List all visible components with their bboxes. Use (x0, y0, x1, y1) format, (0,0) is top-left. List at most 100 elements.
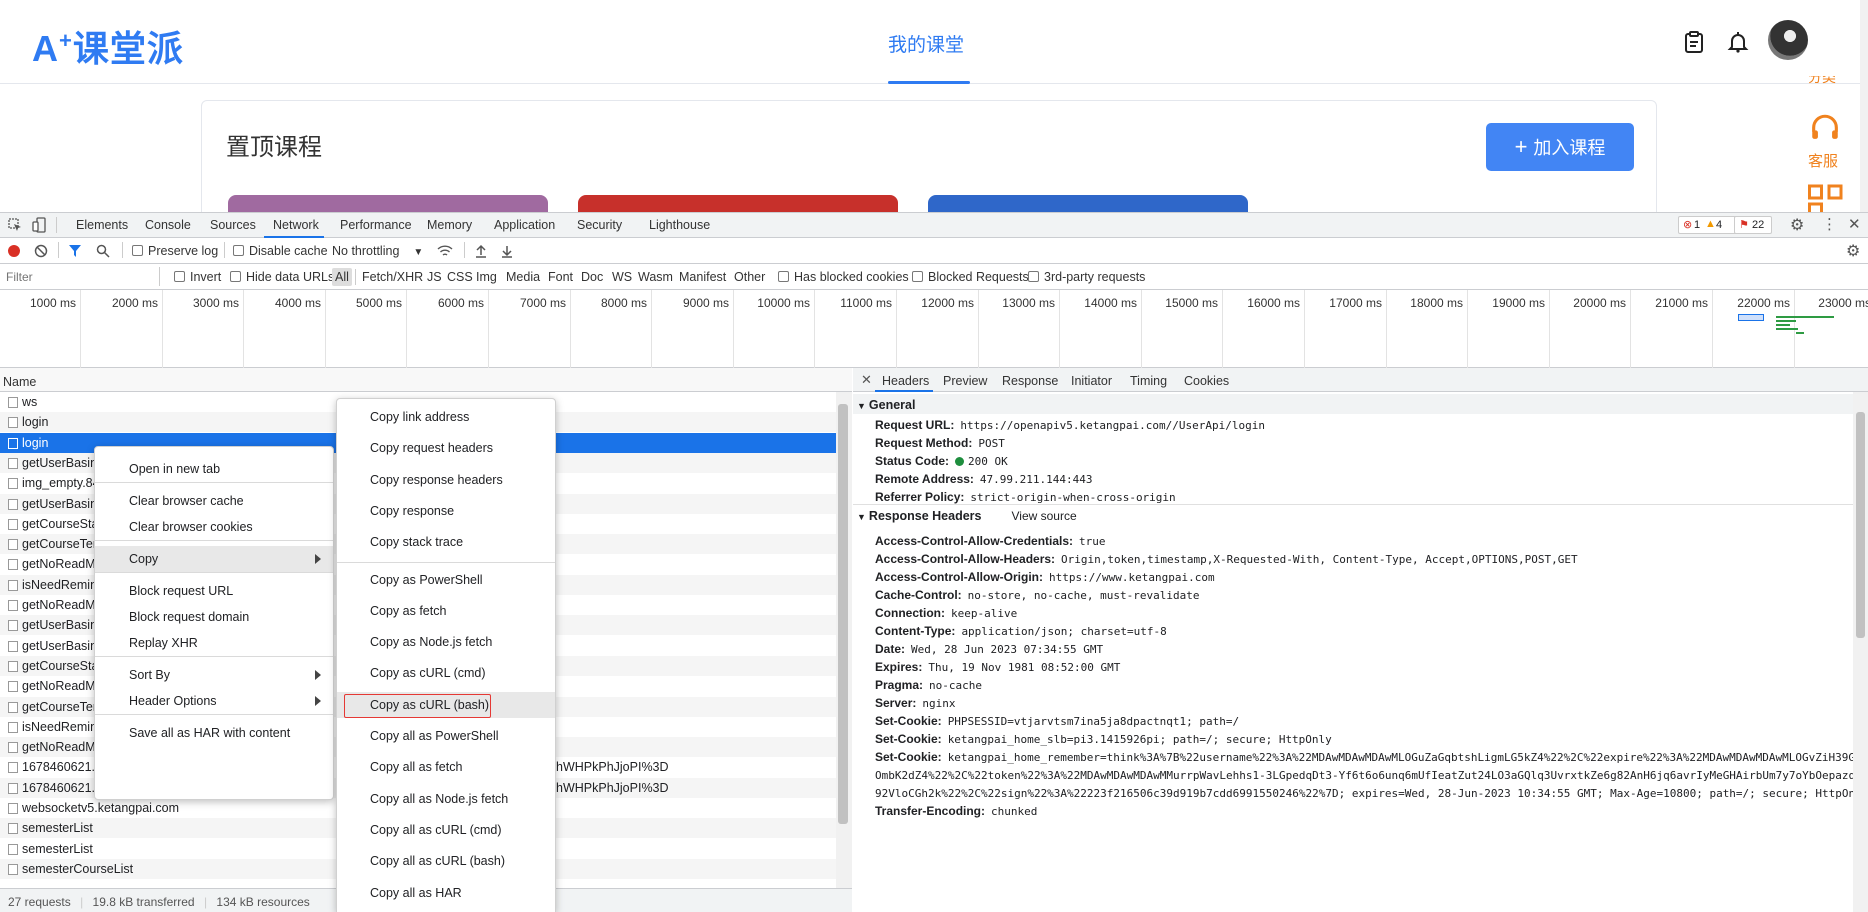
header-value[interactable]: strict-origin-when-cross-origin (970, 491, 1175, 504)
copy-submenu-item[interactable]: Copy as cURL (cmd) (337, 660, 555, 686)
header-value[interactable]: true (1079, 535, 1106, 548)
open-in-new-tab-item[interactable]: Open in new tab (95, 456, 333, 482)
type-filter-fetch-xhr[interactable]: Fetch/XHR (362, 270, 423, 284)
tab-cookies[interactable]: Cookies (1184, 374, 1229, 388)
checkbox[interactable] (132, 245, 143, 256)
tab-lighthouse[interactable]: Lighthouse (649, 218, 710, 232)
header-options-item[interactable]: Header Options (95, 688, 333, 714)
header-value[interactable]: ketangpai_home_slb=pi3.1415926pi; path=/… (948, 733, 1332, 746)
header-value[interactable]: Thu, 19 Nov 1981 08:52:00 GMT (928, 661, 1120, 674)
copy-submenu-item[interactable]: Copy all as fetch (337, 754, 555, 780)
bell-icon[interactable] (1726, 30, 1750, 54)
clipboard-icon[interactable] (1682, 30, 1706, 54)
settings-gear-icon[interactable]: ⚙ (1790, 215, 1804, 235)
tab-security[interactable]: Security (577, 218, 622, 232)
course-thumbnail[interactable] (928, 195, 1248, 212)
invert-checkbox[interactable]: Invert (174, 270, 221, 284)
checkbox[interactable] (233, 245, 244, 256)
replay-xhr-item[interactable]: Replay XHR (95, 630, 333, 656)
copy-submenu-item[interactable]: Copy all as cURL (cmd) (337, 817, 555, 843)
sort-by-item[interactable]: Sort By (95, 662, 333, 688)
nav-my-classes[interactable]: 我的课堂 (888, 30, 964, 57)
tab-network[interactable]: Network (273, 218, 319, 232)
issues-badge[interactable]: ⚑ 22 (1734, 216, 1772, 234)
copy-submenu-item[interactable]: Copy link address (337, 404, 555, 430)
network-conditions-icon[interactable] (437, 244, 453, 258)
general-section-header[interactable]: ▼ General (853, 394, 1853, 414)
record-icon[interactable] (8, 245, 20, 257)
tab-initiator[interactable]: Initiator (1071, 374, 1112, 388)
close-details-icon[interactable]: ✕ (861, 372, 872, 388)
block-request-domain-item[interactable]: Block request domain (95, 604, 333, 630)
tab-headers[interactable]: Headers (882, 374, 929, 388)
site-logo[interactable]: A+课堂派 (32, 20, 184, 72)
copy-submenu-item[interactable]: Copy all as PowerShell (337, 723, 555, 749)
copy-submenu-item[interactable]: Copy all as Node.js fetch (337, 786, 555, 812)
copy-submenu-item[interactable]: Copy response headers (337, 467, 555, 493)
tab-application[interactable]: Application (494, 218, 555, 232)
name-column-header[interactable]: Name (0, 368, 852, 392)
header-value[interactable]: POST (978, 437, 1005, 450)
checkbox[interactable] (230, 271, 241, 282)
save-all-as-har-item[interactable]: Save all as HAR with content (95, 720, 333, 746)
type-filter-all[interactable]: All (332, 268, 352, 286)
type-filter-ws[interactable]: WS (612, 270, 632, 284)
avatar[interactable] (1768, 20, 1808, 60)
copy-submenu-item[interactable]: Copy all as cURL (bash) (337, 848, 555, 874)
filter-input[interactable] (2, 267, 160, 286)
copy-submenu-item[interactable]: Copy stack trace (337, 529, 555, 555)
tab-console[interactable]: Console (145, 218, 191, 232)
copy-submenu-item[interactable]: Copy as Node.js fetch (337, 629, 555, 655)
more-options-icon[interactable]: ⋮ (1822, 215, 1837, 233)
join-course-button[interactable]: + 加入课程 (1486, 123, 1634, 171)
header-value[interactable]: chunked (991, 805, 1037, 818)
header-value[interactable]: application/json; charset=utf-8 (961, 625, 1166, 638)
header-value[interactable]: https://www.ketangpai.com (1049, 571, 1215, 584)
header-value[interactable]: 200 OK (968, 455, 1008, 468)
third-party-checkbox[interactable]: 3rd-party requests (1028, 270, 1145, 284)
type-filter-doc[interactable]: Doc (581, 270, 603, 284)
copy-submenu-item[interactable]: Copy response (337, 498, 555, 524)
type-filter-css[interactable]: CSS (447, 270, 473, 284)
has-blocked-cookies-checkbox[interactable]: Has blocked cookies (778, 270, 909, 284)
type-filter-font[interactable]: Font (548, 270, 573, 284)
clear-browser-cookies-item[interactable]: Clear browser cookies (95, 514, 333, 540)
copy-item[interactable]: Copy (95, 546, 333, 572)
header-value[interactable]: nginx (922, 697, 955, 710)
type-filter-img[interactable]: Img (476, 270, 497, 284)
block-request-url-item[interactable]: Block request URL (95, 578, 333, 604)
scrollbar-thumb[interactable] (1856, 412, 1865, 638)
checkbox[interactable] (1028, 271, 1039, 282)
tab-performance[interactable]: Performance (340, 218, 412, 232)
copy-submenu-item[interactable]: Copy as fetch (337, 598, 555, 624)
throttling-select[interactable]: No throttling ▼ (332, 244, 423, 258)
close-devtools-icon[interactable]: ✕ (1848, 215, 1861, 233)
type-filter-manifest[interactable]: Manifest (679, 270, 726, 284)
preserve-log-checkbox[interactable]: Preserve log (132, 244, 218, 258)
qr-code-icon[interactable] (1808, 184, 1844, 212)
course-thumbnail[interactable] (228, 195, 548, 212)
copy-submenu-item[interactable]: Copy as cURL (bash) (337, 691, 555, 718)
network-settings-gear-icon[interactable]: ⚙ (1846, 241, 1860, 261)
checkbox[interactable] (778, 271, 789, 282)
clear-icon[interactable] (34, 244, 48, 258)
checkbox[interactable] (174, 271, 185, 282)
service-label[interactable]: 客服 (1808, 150, 1838, 171)
header-value[interactable]: no-store, no-cache, must-revalidate (968, 589, 1200, 602)
copy-submenu-item[interactable]: Copy as PowerShell (337, 567, 555, 593)
headset-icon[interactable] (1808, 112, 1842, 146)
export-har-icon[interactable] (500, 244, 514, 258)
type-filter-other[interactable]: Other (734, 270, 765, 284)
header-value[interactable]: PHPSESSID=vtjarvtsm7ina5ja8dpactnqt1; pa… (948, 715, 1239, 728)
copy-submenu-item[interactable]: Copy request headers (337, 435, 555, 461)
blocked-requests-checkbox[interactable]: Blocked Requests (912, 270, 1029, 284)
header-value[interactable]: Origin,token,timestamp,X-Requested-With,… (1061, 553, 1578, 566)
inspect-element-icon[interactable] (8, 218, 22, 232)
copy-submenu-item[interactable]: Copy all as HAR (337, 880, 555, 906)
filter-icon[interactable] (68, 244, 82, 258)
header-value[interactable]: 47.99.211.144:443 (980, 473, 1093, 486)
checkbox[interactable] (912, 271, 923, 282)
tab-memory[interactable]: Memory (427, 218, 472, 232)
scrollbar-thumb[interactable] (838, 404, 848, 824)
clear-browser-cache-item[interactable]: Clear browser cache (95, 488, 333, 514)
